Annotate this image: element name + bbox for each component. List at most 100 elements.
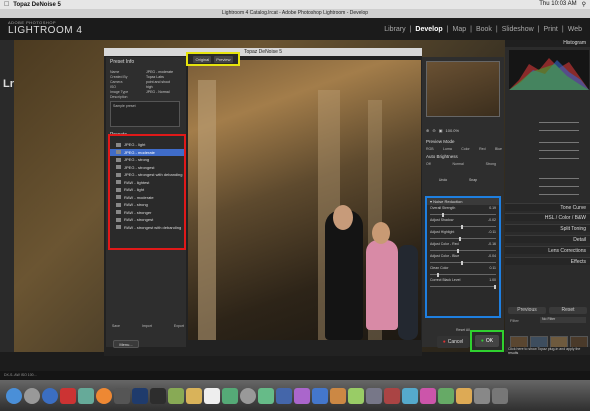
- reset-button[interactable]: Reset: [549, 307, 587, 314]
- mode-blue[interactable]: Blue: [495, 147, 502, 151]
- app-icon[interactable]: [384, 387, 400, 404]
- preview-button[interactable]: Preview: [214, 55, 233, 63]
- mode-rgb[interactable]: RGB: [426, 147, 434, 151]
- app-icon[interactable]: [294, 387, 310, 404]
- chrome-icon[interactable]: [60, 387, 76, 404]
- app-icon[interactable]: [276, 387, 292, 404]
- module-book[interactable]: Book: [476, 26, 492, 33]
- slider-adjust-highlight[interactable]: Adjust Highlight -0.11: [427, 229, 499, 241]
- app-icon[interactable]: [438, 387, 454, 404]
- zoom-out-icon[interactable]: ⊖: [432, 128, 435, 133]
- app-icon[interactable]: [186, 387, 202, 404]
- spotlight-icon[interactable]: ⚲: [582, 1, 586, 8]
- preset-item[interactable]: RAW - moderate: [110, 194, 184, 202]
- reset-all-button[interactable]: Reset All: [456, 328, 470, 332]
- app-icon[interactable]: [258, 387, 274, 404]
- mode-color[interactable]: Color: [461, 147, 469, 151]
- preset-item[interactable]: RAW - stronger: [110, 209, 184, 217]
- app-icon[interactable]: [168, 387, 184, 404]
- slider-adjust-color-red[interactable]: Adjust Color - Red -0.16: [427, 241, 499, 253]
- preset-item[interactable]: JPEG - strongest with debanding: [110, 171, 184, 179]
- brightness-strong[interactable]: Strong: [486, 162, 496, 166]
- basic-slider[interactable]: [509, 148, 587, 153]
- section-lens-corrections[interactable]: Lens Corrections: [505, 246, 590, 254]
- histogram-header[interactable]: Histogram: [505, 40, 590, 47]
- preset-item[interactable]: RAW - strongest with debanding: [110, 224, 184, 232]
- previous-button[interactable]: Previous: [508, 307, 546, 314]
- import-preset-button[interactable]: Import: [142, 324, 152, 330]
- app-icon[interactable]: [366, 387, 382, 404]
- preset-item[interactable]: RAW - strong: [110, 201, 184, 209]
- menu-button[interactable]: Menu...: [113, 340, 139, 348]
- downloads-icon[interactable]: [474, 387, 490, 404]
- slider-correct-black-level[interactable]: Correct Black Level 1.00: [427, 277, 499, 289]
- preset-item[interactable]: RAW - lightest: [110, 179, 184, 187]
- slider-adjust-shadow[interactable]: Adjust Shadow -0.02: [427, 217, 499, 229]
- basic-slider[interactable]: [509, 176, 587, 181]
- app-icon[interactable]: [348, 387, 364, 404]
- preset-item[interactable]: RAW - light: [110, 186, 184, 194]
- section-tone-curve[interactable]: Tone Curve: [505, 203, 590, 211]
- lightroom-icon[interactable]: [150, 387, 166, 404]
- brightness-off[interactable]: Off: [426, 162, 431, 166]
- mode-red[interactable]: Red: [479, 147, 485, 151]
- original-button[interactable]: Original: [193, 55, 212, 63]
- module-slideshow[interactable]: Slideshow: [502, 26, 534, 33]
- preset-item[interactable]: JPEG - strongest: [110, 164, 184, 172]
- slider-adjust-color-blue[interactable]: Adjust Color - Blue -0.04: [427, 253, 499, 265]
- calendar-icon[interactable]: [204, 387, 220, 404]
- undo-button[interactable]: Undo: [439, 178, 447, 182]
- finder-icon[interactable]: [6, 387, 22, 404]
- basic-slider[interactable]: [509, 120, 587, 125]
- apple-icon[interactable]: : [4, 1, 9, 8]
- preset-item[interactable]: JPEG - light: [110, 141, 184, 149]
- mode-luma[interactable]: Luma: [443, 147, 452, 151]
- cancel-button[interactable]: ● Cancel: [437, 336, 469, 348]
- mail-icon[interactable]: [78, 387, 94, 404]
- photoshop-icon[interactable]: [132, 387, 148, 404]
- section-detail[interactable]: Detail: [505, 235, 590, 243]
- terminal-icon[interactable]: [114, 387, 130, 404]
- snap-button[interactable]: Snap: [469, 178, 477, 182]
- clock[interactable]: Thu 10:03 AM: [539, 1, 576, 8]
- preset-item[interactable]: JPEG - strong: [110, 156, 184, 164]
- itunes-icon[interactable]: [96, 387, 112, 404]
- module-develop[interactable]: Develop: [415, 26, 442, 33]
- system-prefs-icon[interactable]: [24, 387, 40, 404]
- basic-slider[interactable]: [509, 128, 587, 133]
- slider-knob[interactable]: [494, 285, 496, 289]
- trash-icon[interactable]: [492, 387, 508, 404]
- slider-overall-strength[interactable]: Overall Strength 0.19: [427, 205, 499, 217]
- basic-slider[interactable]: [509, 156, 587, 161]
- safari-icon[interactable]: [42, 387, 58, 404]
- section-effects[interactable]: Effects: [505, 257, 590, 265]
- module-library[interactable]: Library: [384, 26, 405, 33]
- slider-clean-color[interactable]: Clean Color 0.11: [427, 265, 499, 277]
- basic-slider[interactable]: [509, 192, 587, 197]
- save-preset-button[interactable]: Save: [112, 324, 120, 330]
- app-icon[interactable]: [312, 387, 328, 404]
- fit-icon[interactable]: ▣: [439, 128, 443, 133]
- basic-slider[interactable]: [509, 140, 587, 145]
- module-print[interactable]: Print: [543, 26, 557, 33]
- export-preset-button[interactable]: Export: [174, 324, 184, 330]
- app-icon[interactable]: [456, 387, 472, 404]
- preset-item[interactable]: RAW - strongest: [110, 216, 184, 224]
- app-icon[interactable]: [330, 387, 346, 404]
- app-icon[interactable]: [420, 387, 436, 404]
- module-map[interactable]: Map: [452, 26, 466, 33]
- app-name[interactable]: Topaz DeNoise 5: [13, 2, 61, 8]
- module-web[interactable]: Web: [568, 26, 582, 33]
- time-machine-icon[interactable]: [240, 387, 256, 404]
- brightness-normal[interactable]: Normal: [453, 162, 464, 166]
- zoom-in-icon[interactable]: ⊕: [426, 128, 429, 133]
- filter-select[interactable]: No Filter: [540, 317, 586, 323]
- app-icon[interactable]: [402, 387, 418, 404]
- section-split-toning[interactable]: Split Toning: [505, 224, 590, 232]
- noise-reduction-header[interactable]: ▾ Noise Reduction: [427, 198, 499, 205]
- section-hsl[interactable]: HSL / Color / B&W: [505, 213, 590, 221]
- ok-button[interactable]: ● OK: [475, 335, 499, 347]
- app-icon[interactable]: [222, 387, 238, 404]
- preset-item-selected[interactable]: JPEG - moderate: [110, 148, 184, 156]
- basic-slider[interactable]: [509, 184, 587, 189]
